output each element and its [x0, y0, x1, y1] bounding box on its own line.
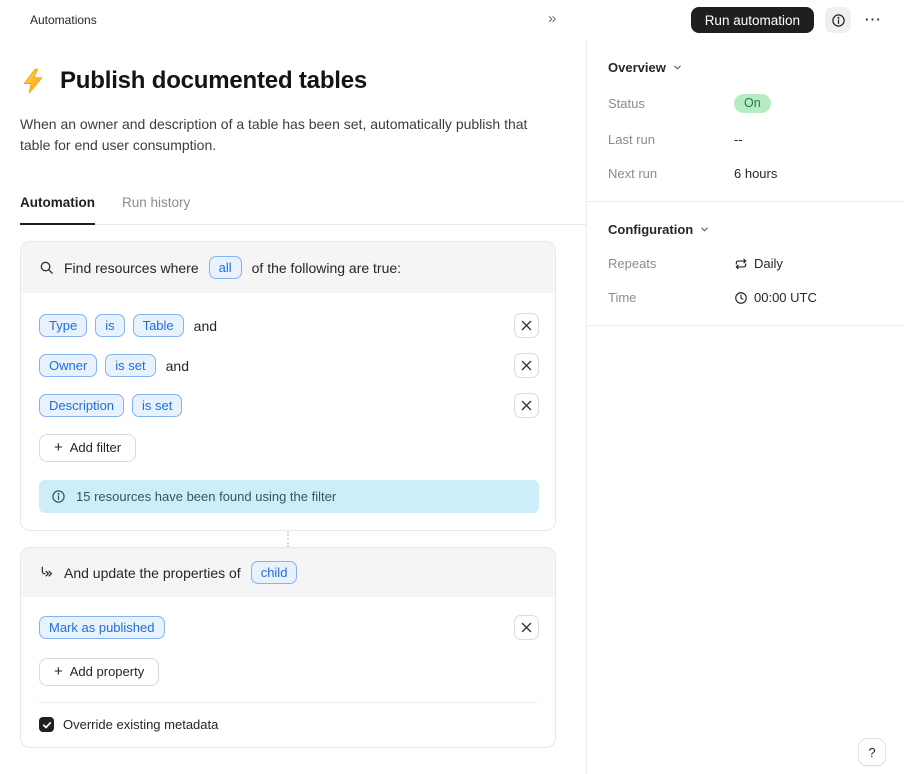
filter-header-prefix: Find resources where	[64, 259, 199, 276]
add-property-label: Add property	[69, 664, 145, 679]
search-icon	[39, 260, 54, 275]
overview-title: Overview	[608, 60, 666, 75]
configuration-title: Configuration	[608, 222, 694, 237]
conjunction-label: and	[193, 317, 218, 334]
close-icon	[521, 320, 532, 331]
close-icon	[521, 400, 532, 411]
configuration-section: Configuration Repeats Daily Time 00:00 U…	[587, 202, 904, 326]
configuration-section-header[interactable]: Configuration	[608, 222, 884, 237]
overview-section-header[interactable]: Overview	[608, 60, 884, 75]
last-run-value: --	[734, 132, 743, 147]
repeat-icon	[734, 257, 748, 271]
filter-results-text: 15 resources have been found using the f…	[76, 489, 337, 504]
plus-icon: +	[54, 663, 63, 680]
info-icon	[831, 13, 846, 28]
remove-filter-button[interactable]	[514, 313, 539, 338]
checkmark-icon	[42, 720, 52, 730]
filter-value-chip[interactable]: Table	[132, 314, 184, 337]
override-metadata-label: Override existing metadata	[63, 717, 219, 732]
clock-icon	[734, 291, 748, 305]
main-panel: Publish documented tables When an owner …	[0, 40, 586, 774]
run-automation-button[interactable]: Run automation	[690, 7, 814, 33]
remove-filter-button[interactable]	[514, 353, 539, 378]
add-property-button[interactable]: + Add property	[39, 658, 160, 686]
repeats-row: Repeats Daily	[608, 256, 884, 271]
filter-header-suffix: of the following are true:	[251, 259, 402, 276]
close-icon	[521, 360, 532, 371]
filter-card-header: Find resources where all of the followin…	[21, 242, 555, 293]
filter-field-chip[interactable]: Description	[39, 394, 125, 417]
filter-field-chip[interactable]: Type	[39, 314, 88, 337]
filter-operator-chip[interactable]: is set	[132, 394, 183, 417]
filter-row: Description is set	[39, 393, 539, 418]
filter-row: Type is Table and	[39, 313, 539, 338]
repeats-label: Repeats	[608, 256, 657, 271]
filter-operator-chip[interactable]: is set	[105, 354, 156, 377]
last-run-label: Last run	[608, 132, 655, 147]
filter-row: Owner is set and	[39, 353, 539, 378]
overview-section: Overview Status On Last run -- Next run …	[587, 40, 904, 202]
update-header-prefix: And update the properties of	[64, 564, 241, 581]
status-badge: On	[734, 94, 771, 113]
time-value: 00:00 UTC	[754, 290, 817, 305]
conjunction-label: and	[165, 357, 189, 374]
update-card-header: And update the properties of child	[21, 548, 555, 597]
filter-field-chip[interactable]: Owner	[39, 354, 98, 377]
tab-run-history[interactable]: Run history	[122, 195, 190, 224]
update-properties-card: And update the properties of child Mark …	[20, 547, 556, 748]
remove-property-button[interactable]	[514, 615, 539, 640]
automation-description: When an owner and description of a table…	[20, 116, 528, 153]
details-sidebar: Overview Status On Last run -- Next run …	[586, 40, 904, 774]
filter-card: Find resources where all of the followin…	[20, 241, 556, 531]
repeats-value: Daily	[754, 256, 783, 271]
chevron-down-icon	[672, 62, 683, 73]
status-row: Status On	[608, 94, 884, 113]
filter-results-banner: 15 resources have been found using the f…	[39, 480, 539, 513]
breadcrumb[interactable]: Automations	[30, 13, 97, 27]
lightning-bolt-icon	[20, 67, 47, 95]
top-bar: Automations » Run automation ⋯	[0, 0, 904, 40]
more-menu-button[interactable]: ⋯	[862, 10, 884, 30]
last-run-row: Last run --	[608, 132, 884, 147]
next-run-label: Next run	[608, 166, 658, 181]
override-metadata-checkbox[interactable]	[39, 717, 54, 732]
time-label: Time	[608, 290, 637, 305]
help-button[interactable]: ?	[858, 738, 886, 766]
tab-bar: Automation Run history	[20, 195, 586, 225]
chevron-down-icon	[699, 224, 710, 235]
time-row: Time 00:00 UTC	[608, 290, 884, 305]
target-scope-chip[interactable]: child	[250, 561, 298, 584]
next-run-row: Next run 6 hours	[608, 166, 884, 181]
filter-operator-chip[interactable]: is	[95, 314, 125, 337]
close-icon	[521, 622, 532, 633]
plus-icon: +	[54, 439, 63, 456]
info-icon	[51, 489, 66, 504]
sub-action-arrow-icon	[39, 565, 54, 580]
tab-automation[interactable]: Automation	[20, 195, 95, 225]
property-row: Mark as published	[39, 615, 539, 640]
card-connector-line	[287, 531, 289, 547]
add-filter-button[interactable]: + Add filter	[39, 434, 137, 462]
next-run-value: 6 hours	[734, 166, 778, 181]
info-button[interactable]	[825, 7, 851, 33]
status-label: Status	[608, 96, 645, 111]
match-mode-chip[interactable]: all	[208, 256, 242, 279]
add-filter-label: Add filter	[69, 440, 122, 455]
property-chip[interactable]: Mark as published	[39, 616, 165, 639]
remove-filter-button[interactable]	[514, 393, 539, 418]
override-metadata-row[interactable]: Override existing metadata	[21, 703, 555, 747]
collapse-panel-icon[interactable]: »	[548, 10, 556, 27]
page-title: Publish documented tables	[60, 67, 368, 94]
